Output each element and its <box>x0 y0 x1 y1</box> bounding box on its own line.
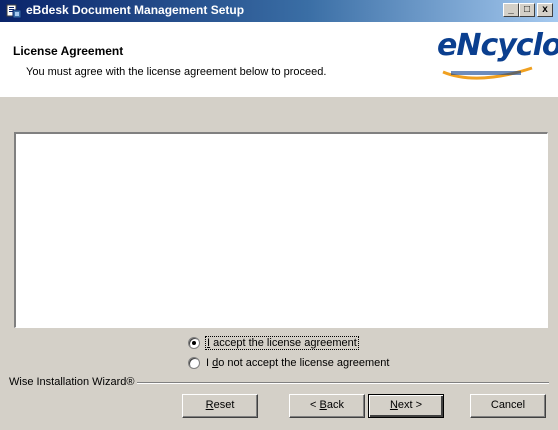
accept-radio[interactable] <box>188 337 200 349</box>
window-title: eBdesk Document Management Setup <box>26 3 245 17</box>
reset-button[interactable]: Reset <box>182 394 258 418</box>
encyclo-logo: eNcyclo <box>437 28 558 88</box>
next-button[interactable]: Next > <box>368 394 444 418</box>
setup-window: eBdesk Document Management Setup _ □ x L… <box>0 0 558 430</box>
radio-selected-dot <box>192 341 196 345</box>
close-button[interactable]: x <box>537 3 553 17</box>
minimize-button[interactable]: _ <box>503 3 519 17</box>
maximize-button[interactable]: □ <box>519 3 535 17</box>
header-divider <box>0 96 558 97</box>
page-subtitle: You must agree with the license agreemen… <box>26 66 327 78</box>
wizard-header: License Agreement You must agree with th… <box>0 22 558 97</box>
accept-label[interactable]: I accept the license agreement <box>205 336 359 350</box>
decline-label[interactable]: I do not accept the license agreement <box>206 357 389 369</box>
cancel-button[interactable]: Cancel <box>470 394 546 418</box>
installer-icon <box>6 4 22 19</box>
decline-radio[interactable] <box>188 357 200 369</box>
back-button[interactable]: < Back <box>289 394 365 418</box>
logo-text: eNcyclo <box>437 28 558 63</box>
accept-option[interactable]: I accept the license agreement <box>188 335 359 351</box>
page-title: License Agreement <box>13 44 124 58</box>
title-bar[interactable]: eBdesk Document Management Setup _ □ x <box>0 0 558 22</box>
decline-option[interactable]: I do not accept the license agreement <box>188 355 389 371</box>
wise-brand-label: Wise Installation Wizard® <box>9 376 138 388</box>
license-text-area[interactable] <box>14 132 548 328</box>
